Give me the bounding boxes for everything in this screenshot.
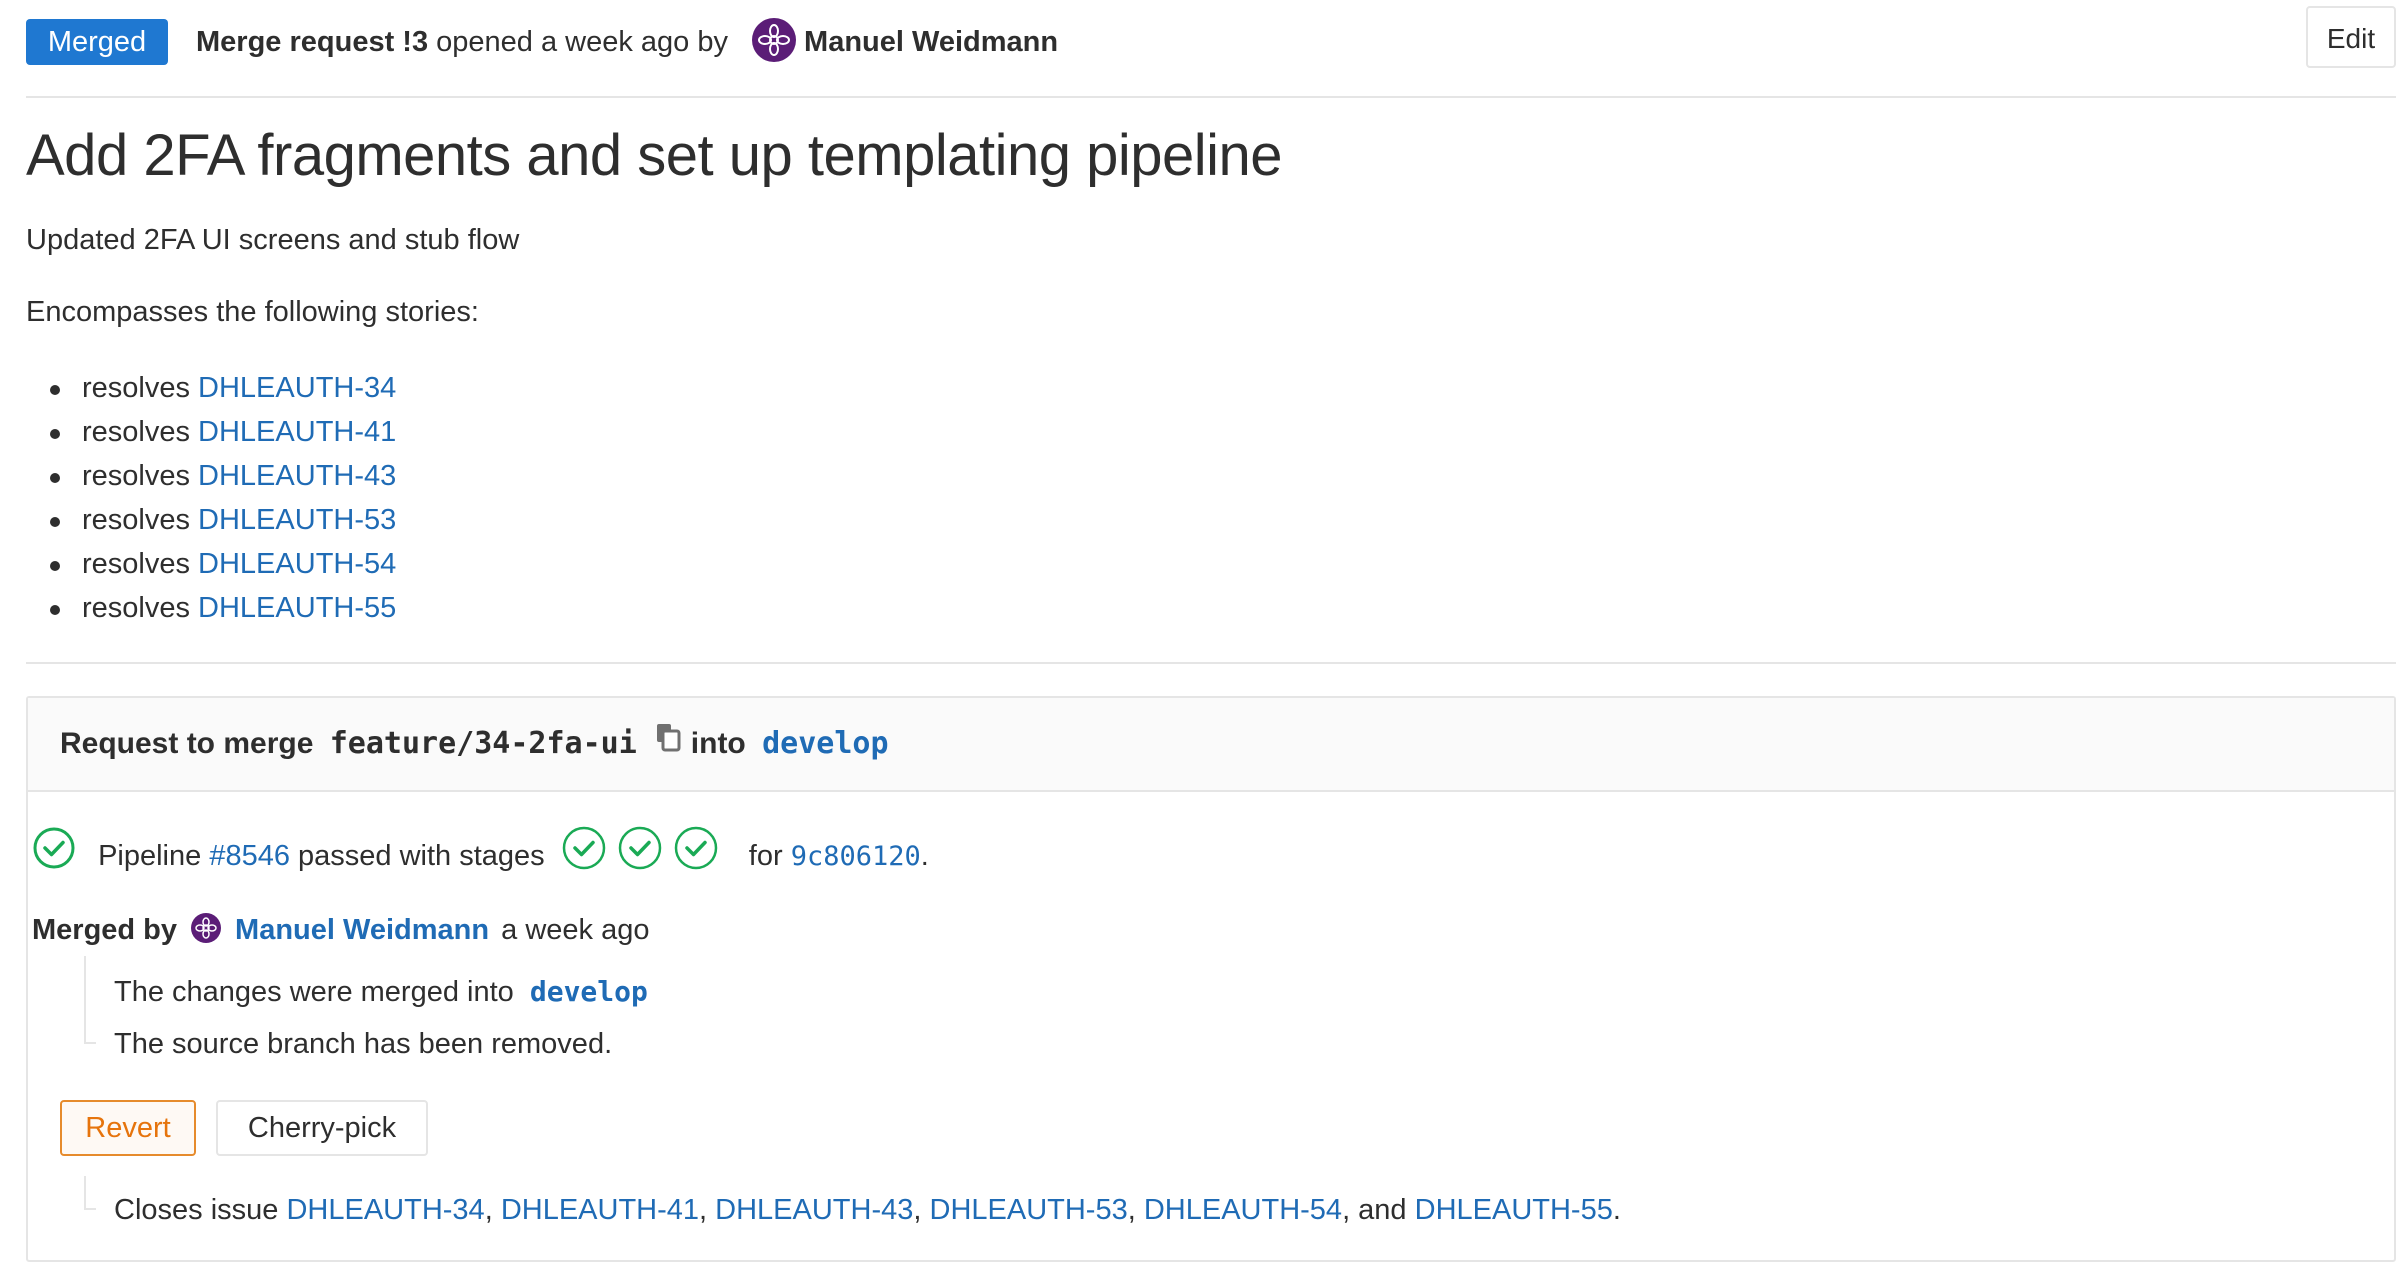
tree-line [84, 1042, 96, 1044]
for-label: for [748, 840, 783, 873]
merger-avatar[interactable] [191, 913, 222, 944]
target-branch-link[interactable]: develop [762, 726, 888, 761]
revert-button[interactable]: Revert [60, 1100, 196, 1156]
list-item: resolves DHLEAUTH-43 [26, 454, 396, 498]
closed-issue-link[interactable]: DHLEAUTH-34 [286, 1194, 484, 1226]
list-item: resolves DHLEAUTH-34 [26, 366, 396, 410]
page-title: Add 2FA fragments and set up templating … [26, 123, 1283, 188]
issue-link[interactable]: DHLEAUTH-55 [198, 592, 396, 624]
changes-merged-text: The changes were merged into develop [114, 972, 648, 1012]
status-badge: Merged [26, 19, 168, 65]
pipeline-status-text: passed with stages [289, 840, 545, 873]
separator: , [913, 1194, 930, 1226]
divider [26, 662, 2396, 664]
check-circle-icon[interactable] [32, 826, 76, 883]
resolves-label: resolves [82, 460, 199, 492]
merge-branches: Request to merge feature/34-2fa-ui into … [60, 698, 889, 791]
flower-avatar-icon [195, 917, 217, 940]
tree-line [84, 1176, 86, 1210]
changes-merged-label: The changes were merged into [114, 976, 514, 1008]
check-circle-icon[interactable] [561, 825, 607, 884]
source-removed-text: The source branch has been removed. [114, 1028, 613, 1060]
list-item: resolves DHLEAUTH-54 [26, 542, 396, 586]
separator: , [1127, 1194, 1144, 1226]
check-circle-icon[interactable] [617, 825, 663, 884]
commit-link[interactable]: 9c806120 [791, 841, 921, 872]
request-label: Request to merge [60, 727, 314, 760]
list-item: resolves DHLEAUTH-55 [26, 586, 396, 630]
closed-issue-link[interactable]: DHLEAUTH-53 [930, 1194, 1128, 1226]
into-label: into [690, 727, 746, 760]
description-line: Updated 2FA UI screens and stub flow [26, 224, 520, 256]
description-intro: Encompasses the following stories: [26, 296, 479, 328]
pipeline-link[interactable]: #8546 [209, 840, 290, 872]
issue-link[interactable]: DHLEAUTH-41 [198, 416, 396, 448]
issue-link[interactable]: DHLEAUTH-54 [198, 548, 396, 580]
pipeline-row: Pipeline #8546 passed with stages for 9c… [32, 826, 929, 887]
author-avatar[interactable] [752, 18, 797, 63]
issue-link[interactable]: DHLEAUTH-53 [198, 504, 396, 536]
tree-line [84, 956, 86, 1044]
mr-header: Merged Merge request !3 opened a week ag… [26, 0, 2396, 98]
stories-list: resolves DHLEAUTH-34 resolves DHLEAUTH-4… [26, 366, 396, 630]
resolves-label: resolves [82, 592, 199, 624]
merged-target-branch-link[interactable]: develop [530, 975, 648, 1008]
cherry-pick-button[interactable]: Cherry-pick [216, 1100, 428, 1156]
resolves-label: resolves [82, 372, 199, 404]
check-circle-icon[interactable] [673, 825, 719, 884]
flower-avatar-icon [758, 24, 791, 57]
closes-end: . [1612, 1194, 1621, 1226]
issue-link[interactable]: DHLEAUTH-34 [198, 372, 396, 404]
clipboard-icon[interactable] [655, 697, 681, 789]
list-item: resolves DHLEAUTH-41 [26, 410, 396, 454]
merge-widget-header: Request to merge feature/34-2fa-ui into … [28, 698, 2394, 792]
source-branch: feature/34-2fa-ui [329, 726, 637, 761]
separator: , [699, 1194, 716, 1226]
closes-label: Closes issue [114, 1194, 287, 1226]
separator: , [484, 1194, 501, 1226]
pipeline-period: . [920, 840, 929, 873]
tree-line [84, 1208, 96, 1210]
pipeline-label: Pipeline [98, 840, 210, 873]
issue-link[interactable]: DHLEAUTH-43 [198, 460, 396, 492]
edit-button[interactable]: Edit [2306, 6, 2396, 68]
merged-by-label: Merged by [32, 914, 178, 946]
list-item: resolves DHLEAUTH-53 [26, 498, 396, 542]
author-name[interactable]: Manuel Weidmann [804, 26, 1058, 58]
resolves-label: resolves [82, 504, 199, 536]
mr-header-text: Merge request !3 opened a week ago by Ma… [196, 18, 1058, 65]
closes-issues-row: Closes issue DHLEAUTH-34, DHLEAUTH-41, D… [114, 1190, 1621, 1230]
resolves-label: resolves [82, 548, 199, 580]
merged-by-row: Merged by Manuel Weidmann a week ago [32, 910, 649, 950]
closed-issue-link[interactable]: DHLEAUTH-54 [1144, 1194, 1342, 1226]
merger-name-link[interactable]: Manuel Weidmann [235, 914, 489, 946]
closed-issue-link[interactable]: DHLEAUTH-43 [715, 1194, 913, 1226]
mr-label: Merge request !3 [196, 26, 429, 58]
resolves-label: resolves [82, 416, 199, 448]
and-separator: , and [1342, 1194, 1415, 1226]
merge-request-page: Merged Merge request !3 opened a week ag… [0, 0, 2406, 1270]
opened-text: opened a week ago by [428, 26, 737, 58]
closed-issue-link[interactable]: DHLEAUTH-41 [501, 1194, 699, 1226]
merged-time: a week ago [501, 914, 650, 946]
pipeline-stages [561, 826, 737, 872]
closed-issue-link[interactable]: DHLEAUTH-55 [1415, 1194, 1613, 1226]
